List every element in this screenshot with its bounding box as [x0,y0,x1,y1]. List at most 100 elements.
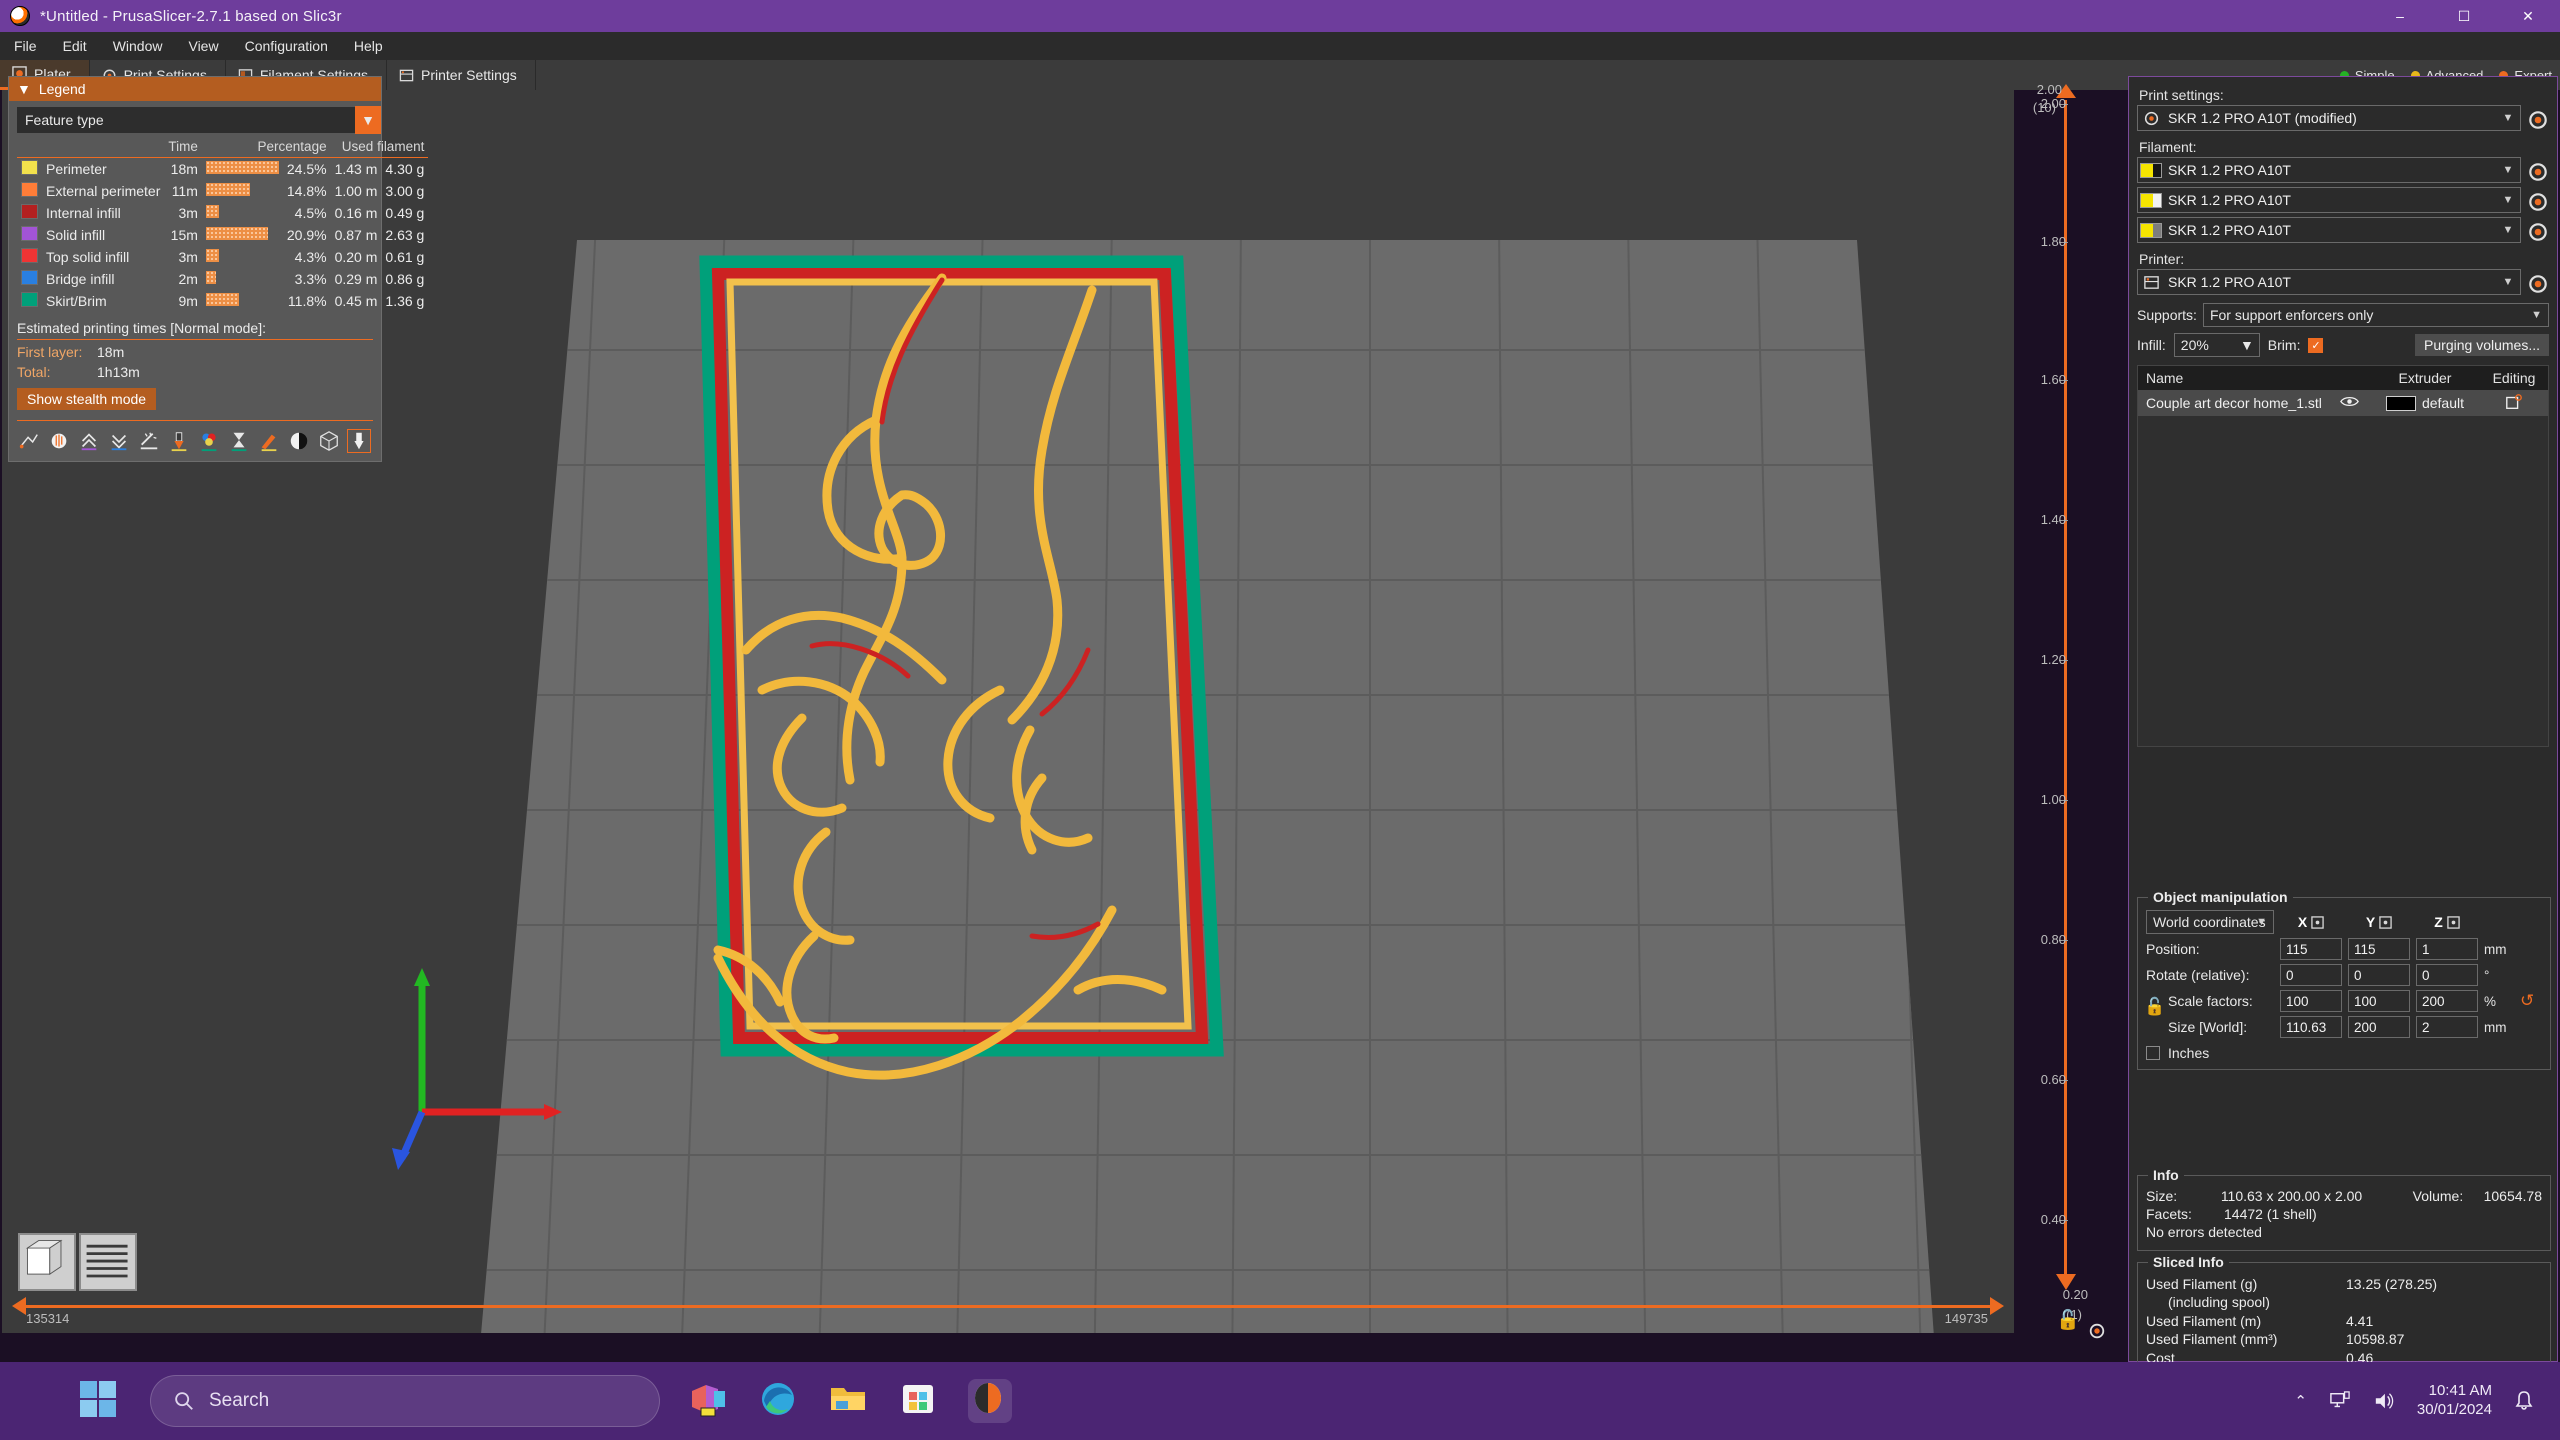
prusaslicer-icon[interactable] [968,1379,1012,1423]
pause-prints-icon[interactable] [227,429,251,453]
notification-bell-icon[interactable] [2514,1390,2534,1412]
coordinate-system-select[interactable]: World coordinates ▼ [2146,910,2274,934]
menu-item-edit[interactable]: Edit [63,38,87,54]
rotate-y-input[interactable]: 0 [2348,964,2410,986]
seams-icon[interactable] [107,429,131,453]
chevron-down-icon[interactable]: ▼ [2496,164,2520,176]
edit-filament-3-gear-icon[interactable] [2527,221,2549,243]
editing-icon[interactable] [2480,393,2548,414]
size-x-input[interactable]: 110.63 [2280,1016,2342,1038]
view-type-select[interactable]: Feature type ▼ [17,106,381,134]
legend-toggle-icon[interactable] [317,429,341,453]
edit-printer-gear-icon[interactable] [2527,273,2549,295]
slider-track[interactable] [26,1305,1990,1308]
scale-z-input[interactable]: 200 [2416,990,2478,1012]
chevron-down-icon[interactable]: ▼ [2496,276,2520,288]
preview-view-thumb[interactable] [79,1233,137,1291]
infill-select[interactable]: 20% ▼ [2173,333,2260,357]
edit-print-settings-gear-icon[interactable] [2527,109,2549,131]
rotate-x-input[interactable]: 0 [2280,964,2342,986]
show-hidden-icons-chevron[interactable]: ⌃ [2294,1392,2307,1410]
shells-icon[interactable] [287,429,311,453]
table-row[interactable]: Skirt/Brim 9m 11.8% 0.45 m 1.36 g [17,290,428,312]
slider-right-handle[interactable] [1990,1297,2004,1315]
slider-left-handle[interactable] [12,1297,26,1315]
position-y-input[interactable]: 115 [2348,938,2410,960]
travel-icon[interactable] [17,429,41,453]
printer-combo[interactable]: SKR 1.2 PRO A10T ▼ [2137,269,2521,295]
extruder-color-swatch[interactable] [2385,395,2416,411]
menu-item-view[interactable]: View [188,38,218,54]
position-z-input[interactable]: 1 [2416,938,2478,960]
volume-icon[interactable] [2373,1391,2395,1411]
file-explorer-icon[interactable] [828,1379,872,1423]
edit-filament-2-gear-icon[interactable] [2527,191,2549,213]
close-button[interactable]: ✕ [2496,0,2560,32]
network-icon[interactable] [2329,1391,2351,1411]
microsoft-store-icon[interactable] [898,1379,942,1423]
office-icon[interactable] [688,1379,732,1423]
layer-slider-gear-icon[interactable] [2088,1322,2106,1340]
scale-y-input[interactable]: 100 [2348,990,2410,1012]
chevron-down-icon[interactable]: ▼ [2256,916,2267,928]
eye-icon[interactable] [2328,395,2370,411]
filament-combo-2[interactable]: SKR 1.2 PRO A10T ▼ [2137,187,2521,213]
menu-item-configuration[interactable]: Configuration [245,38,328,54]
chevron-down-icon[interactable]: ▼ [2531,309,2542,321]
table-row[interactable]: External perimeter 11m 14.8% 1.00 m 3.00… [17,180,428,202]
chevron-down-icon[interactable]: ▼ [2496,112,2520,124]
size-z-input[interactable]: 2 [2416,1016,2478,1038]
print-settings-combo[interactable]: SKR 1.2 PRO A10T (modified) ▼ [2137,105,2521,131]
inches-checkbox[interactable] [2146,1046,2160,1060]
3d-editor-view-thumb[interactable] [18,1233,76,1291]
reset-rotation-icon[interactable]: ↺ [2520,991,2548,1011]
unlocked-icon[interactable]: 🔓 [2144,997,2165,1017]
view-type-chevron-down-icon[interactable]: ▼ [355,106,381,134]
chevron-down-icon[interactable]: ▼ [2240,337,2254,353]
retractions-icon[interactable] [47,429,71,453]
horizontal-move-slider[interactable]: 135314 149735 [12,1295,2004,1326]
menu-item-file[interactable]: File [14,38,37,54]
table-row[interactable]: Internal infill 3m 4.5% 0.16 m 0.49 g [17,202,428,224]
layer-slider-unlocked-icon[interactable]: 🔓 [2056,1308,2080,1332]
legend-header[interactable]: ▼ Legend [9,77,381,101]
tool-changes-icon[interactable] [167,429,191,453]
table-row[interactable]: Bridge infill 2m 3.3% 0.29 m 0.86 g [17,268,428,290]
filament-combo-3[interactable]: SKR 1.2 PRO A10T ▼ [2137,217,2521,243]
brim-checkbox[interactable]: ✓ [2308,337,2324,353]
chevron-down-icon[interactable]: ▼ [2496,194,2520,206]
drop-to-bed-z-icon[interactable] [2447,915,2460,929]
show-stealth-mode-button[interactable]: Show stealth mode [17,388,157,410]
legend-collapse-icon[interactable]: ▼ [17,81,31,97]
drop-to-bed-x-icon[interactable] [2311,915,2324,929]
scale-x-input[interactable]: 100 [2280,990,2342,1012]
table-row[interactable]: Top solid infill 3m 4.3% 0.20 m 0.61 g [17,246,428,268]
clock[interactable]: 10:41 AM 30/01/2024 [2417,1382,2492,1420]
search-input[interactable]: Search [150,1375,660,1427]
deretractions-icon[interactable] [77,429,101,453]
supports-select[interactable]: For support enforcers only ▼ [2202,303,2549,327]
minimize-button[interactable]: – [2368,0,2432,32]
edge-icon[interactable] [758,1379,802,1423]
tab-printer-settings[interactable]: Printer Settings [387,60,536,90]
table-row[interactable]: Perimeter 18m 24.5% 1.43 m 4.30 g [17,158,428,181]
wipe-icon[interactable] [137,429,161,453]
layer-slider[interactable]: 2.00 (10) 2.00 1.80 1.60 1.40 1.20 1.00 … [2018,72,2105,1362]
menu-item-help[interactable]: Help [354,38,383,54]
tool-marker-icon[interactable] [347,429,371,453]
edit-filament-1-gear-icon[interactable] [2527,161,2549,183]
menu-item-window[interactable]: Window [113,38,163,54]
drop-to-bed-y-icon[interactable] [2379,915,2392,929]
position-x-input[interactable]: 115 [2280,938,2342,960]
chevron-down-icon[interactable]: ▼ [2496,224,2520,236]
windows-start-icon[interactable] [78,1379,122,1423]
custom-gcodes-icon[interactable] [257,429,281,453]
rotate-z-input[interactable]: 0 [2416,964,2478,986]
object-list-empty-area[interactable] [2138,416,2548,746]
table-row[interactable]: Couple art decor home_1.stl default [2138,390,2548,416]
maximize-button[interactable]: ☐ [2432,0,2496,32]
color-changes-icon[interactable] [197,429,221,453]
table-row[interactable]: Solid infill 15m 20.9% 0.87 m 2.63 g [17,224,428,246]
filament-combo-1[interactable]: SKR 1.2 PRO A10T ▼ [2137,157,2521,183]
size-y-input[interactable]: 200 [2348,1016,2410,1038]
